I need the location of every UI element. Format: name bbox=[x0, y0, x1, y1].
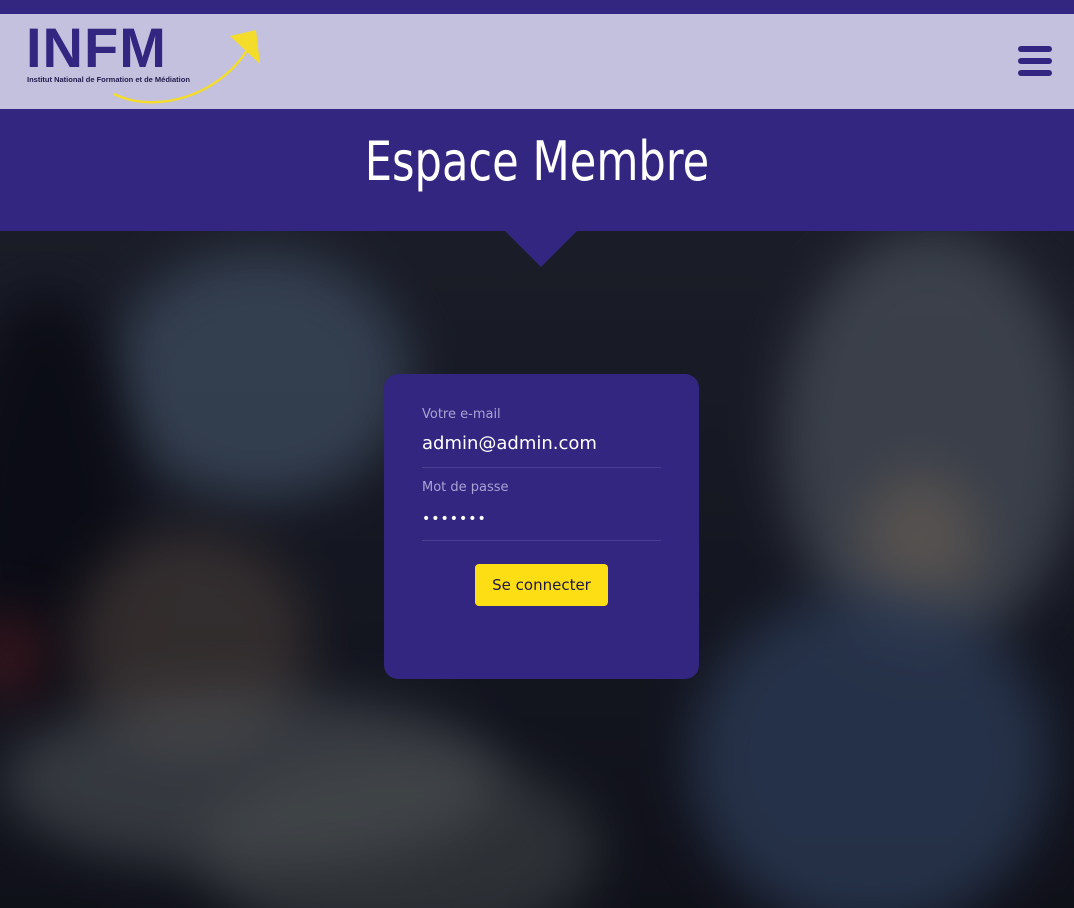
password-label: Mot de passe bbox=[422, 480, 509, 495]
password-field-group: Mot de passe bbox=[422, 480, 661, 541]
email-field-group: Votre e-mail bbox=[422, 407, 661, 468]
email-input[interactable] bbox=[422, 429, 661, 457]
hero-pointer-triangle bbox=[505, 231, 577, 267]
infm-logo[interactable]: INFM Institut National de Formation et d… bbox=[26, 20, 266, 104]
page-title: Espace Membre bbox=[364, 130, 710, 193]
navbar: INFM Institut National de Formation et d… bbox=[0, 14, 1074, 109]
top-accent-strip bbox=[0, 0, 1074, 14]
password-input[interactable] bbox=[422, 505, 661, 533]
login-form: Votre e-mail Mot de passe Se connecter bbox=[384, 374, 699, 679]
email-label: Votre e-mail bbox=[422, 407, 501, 422]
login-submit-button[interactable]: Se connecter bbox=[475, 564, 608, 606]
hero-band: Espace Membre bbox=[0, 109, 1074, 231]
login-page: INFM Institut National de Formation et d… bbox=[0, 0, 1074, 908]
hamburger-menu-icon[interactable] bbox=[1018, 46, 1054, 76]
logo-swoosh-arrow-icon bbox=[113, 30, 260, 104]
